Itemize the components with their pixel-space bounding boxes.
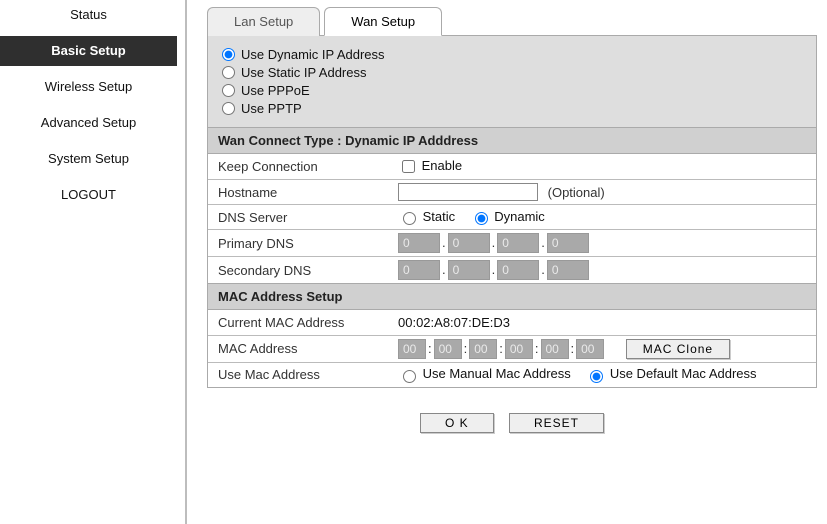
primary-dns-oct2[interactable] — [448, 233, 490, 253]
mac-oct5[interactable] — [541, 339, 569, 359]
conn-type-static[interactable]: Use Static IP Address — [222, 65, 802, 80]
mac-clone-button[interactable]: MAC Clone — [626, 339, 730, 359]
wan-connect-header: Wan Connect Type : Dynamic IP Adddress — [208, 128, 816, 154]
mac-setup-header: MAC Address Setup — [208, 283, 816, 310]
reset-button[interactable]: RESET — [509, 413, 604, 433]
dns-dynamic-radio[interactable] — [475, 212, 488, 225]
conn-type-static-label: Use Static IP Address — [241, 65, 367, 80]
current-mac-label: Current MAC Address — [208, 310, 388, 335]
conn-type-pppoe[interactable]: Use PPPoE — [222, 83, 802, 98]
conn-type-dynamic-label: Use Dynamic IP Address — [241, 47, 385, 62]
sidebar-item-basic-setup[interactable]: Basic Setup — [0, 36, 177, 66]
use-manual-mac-label: Use Manual Mac Address — [423, 366, 571, 381]
wan-panel: Use Dynamic IP Address Use Static IP Add… — [207, 36, 817, 388]
hostname-label: Hostname — [208, 180, 388, 205]
tab-lan-setup[interactable]: Lan Setup — [207, 7, 320, 36]
use-manual-mac-radio[interactable] — [403, 370, 416, 383]
tab-wan-setup[interactable]: Wan Setup — [324, 7, 442, 36]
mac-oct2[interactable] — [434, 339, 462, 359]
conn-type-pptp[interactable]: Use PPTP — [222, 101, 802, 116]
current-mac-value: 00:02:A8:07:DE:D3 — [388, 310, 816, 335]
secondary-dns-oct4[interactable] — [547, 260, 589, 280]
conn-type-dynamic[interactable]: Use Dynamic IP Address — [222, 47, 802, 62]
conn-type-pppoe-radio[interactable] — [222, 84, 235, 97]
dns-server-label: DNS Server — [208, 205, 388, 230]
dns-static-radio[interactable] — [403, 212, 416, 225]
mac-oct1[interactable] — [398, 339, 426, 359]
use-default-mac-radio[interactable] — [590, 370, 603, 383]
connection-type-group: Use Dynamic IP Address Use Static IP Add… — [208, 36, 816, 128]
keep-connection-checkbox[interactable] — [402, 160, 415, 173]
sidebar-item-status[interactable]: Status — [0, 0, 177, 30]
conn-type-dynamic-radio[interactable] — [222, 48, 235, 61]
secondary-dns-oct1[interactable] — [398, 260, 440, 280]
conn-type-pppoe-label: Use PPPoE — [241, 83, 310, 98]
dns-static-label: Static — [423, 209, 456, 224]
conn-type-pptp-label: Use PPTP — [241, 101, 302, 116]
mac-oct4[interactable] — [505, 339, 533, 359]
secondary-dns-oct3[interactable] — [497, 260, 539, 280]
sidebar-item-logout[interactable]: LOGOUT — [0, 180, 177, 210]
ok-button[interactable]: O K — [420, 413, 494, 433]
sidebar-item-system-setup[interactable]: System Setup — [0, 144, 177, 174]
keep-connection-enable-label: Enable — [422, 158, 462, 173]
bottom-button-bar: O K RESET — [207, 413, 817, 433]
conn-type-pptp-radio[interactable] — [222, 102, 235, 115]
secondary-dns-oct2[interactable] — [448, 260, 490, 280]
primary-dns-oct3[interactable] — [497, 233, 539, 253]
use-default-mac-label: Use Default Mac Address — [610, 366, 757, 381]
primary-dns-label: Primary DNS — [208, 230, 388, 257]
use-mac-label: Use Mac Address — [208, 362, 388, 387]
mac-address-label: MAC Address — [208, 335, 388, 362]
keep-connection-label: Keep Connection — [208, 154, 388, 180]
dns-dynamic-label: Dynamic — [494, 209, 545, 224]
conn-type-static-radio[interactable] — [222, 66, 235, 79]
primary-dns-oct4[interactable] — [547, 233, 589, 253]
sidebar-item-wireless-setup[interactable]: Wireless Setup — [0, 72, 177, 102]
hostname-optional-label: (Optional) — [548, 185, 605, 200]
mac-oct6[interactable] — [576, 339, 604, 359]
mac-oct3[interactable] — [469, 339, 497, 359]
tab-bar: Lan Setup Wan Setup — [207, 6, 817, 36]
hostname-input[interactable] — [398, 183, 538, 201]
sidebar-item-advanced-setup[interactable]: Advanced Setup — [0, 108, 177, 138]
secondary-dns-label: Secondary DNS — [208, 257, 388, 284]
primary-dns-oct1[interactable] — [398, 233, 440, 253]
